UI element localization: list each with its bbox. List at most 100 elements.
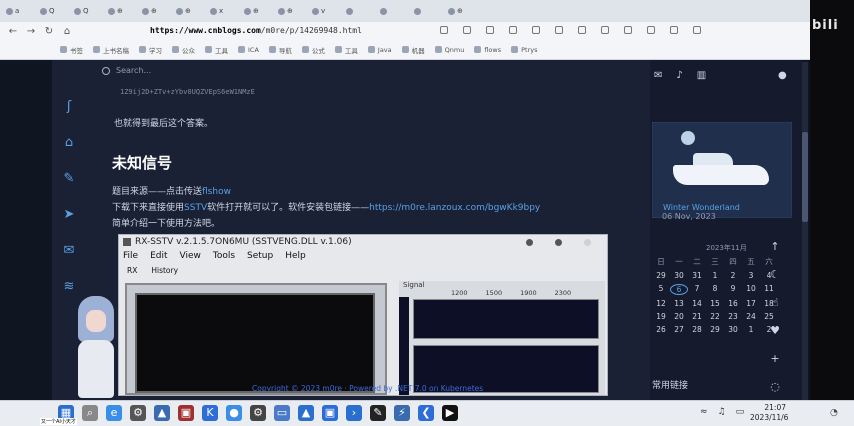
calendar-day[interactable]: 30 bbox=[670, 271, 688, 280]
bookmark-item[interactable]: 工具 bbox=[334, 45, 358, 55]
bookmark-item[interactable]: Java bbox=[367, 46, 392, 54]
source-link[interactable]: flshow bbox=[202, 187, 231, 197]
home-icon[interactable]: ⌂ bbox=[62, 136, 76, 150]
bell-icon[interactable]: ♪ bbox=[676, 70, 682, 81]
rocket-icon[interactable]: ↑ bbox=[768, 240, 782, 254]
forward-icon[interactable]: → bbox=[26, 26, 36, 37]
app-icon[interactable]: K bbox=[202, 405, 218, 421]
plus-icon[interactable]: + bbox=[768, 352, 782, 366]
notification-icon[interactable]: ◔ bbox=[830, 408, 838, 418]
bookmark-item[interactable]: flows bbox=[474, 46, 501, 54]
scrollbar[interactable] bbox=[802, 62, 808, 400]
calendar-day[interactable]: 14 bbox=[688, 299, 706, 308]
browser-tab[interactable]: ⊕ bbox=[446, 3, 478, 19]
back-icon[interactable]: ← bbox=[8, 26, 18, 37]
bookmark-item[interactable]: 公众 bbox=[172, 45, 195, 55]
calendar-day[interactable]: 31 bbox=[688, 271, 706, 280]
browser-tab[interactable] bbox=[378, 3, 410, 19]
calendar-day[interactable]: 16 bbox=[724, 299, 742, 308]
sstv-link[interactable]: SSTV bbox=[184, 203, 207, 213]
chrome-icon[interactable]: ● bbox=[226, 405, 242, 421]
calendar-day[interactable]: 6 bbox=[670, 284, 688, 295]
app-icon[interactable]: ▣ bbox=[178, 405, 194, 421]
calendar-day[interactable]: 1 bbox=[742, 325, 760, 334]
calendar-day[interactable]: 15 bbox=[706, 299, 724, 308]
comment-icon[interactable]: ◌ bbox=[768, 380, 782, 394]
browser-tab[interactable]: ⊕ bbox=[106, 3, 138, 19]
calendar-day[interactable]: 19 bbox=[652, 312, 670, 321]
code-icon[interactable]: ❮ bbox=[418, 405, 434, 421]
calendar-day[interactable]: 29 bbox=[652, 271, 670, 280]
calendar-day[interactable]: 3 bbox=[742, 271, 760, 280]
battery-icon[interactable]: ▭ bbox=[736, 407, 745, 417]
browser-tab[interactable]: a bbox=[4, 3, 36, 19]
browser-tab[interactable] bbox=[412, 3, 444, 19]
rss-icon[interactable]: ʃ bbox=[62, 100, 76, 114]
stats-icon[interactable]: ▥ bbox=[697, 70, 706, 81]
calendar-day[interactable]: 26 bbox=[652, 325, 670, 334]
extension-icon[interactable] bbox=[578, 26, 586, 34]
bookmark-item[interactable]: 学习 bbox=[139, 45, 162, 55]
extension-icon[interactable] bbox=[463, 26, 471, 34]
extension-icon[interactable] bbox=[624, 26, 632, 34]
bookmark-item[interactable]: 公式 bbox=[301, 45, 325, 55]
calendar-day[interactable]: 20 bbox=[670, 312, 688, 321]
extension-icon[interactable] bbox=[532, 26, 540, 34]
sound-icon[interactable]: ♫ bbox=[718, 407, 726, 417]
browser-tab[interactable]: v bbox=[310, 3, 342, 19]
browser-tab[interactable]: ⊕ bbox=[242, 3, 274, 19]
calendar-day[interactable]: 21 bbox=[688, 312, 706, 321]
calendar-day[interactable]: 24 bbox=[742, 312, 760, 321]
mail-icon[interactable]: ✉ bbox=[62, 244, 76, 258]
github-icon[interactable]: ● bbox=[778, 70, 787, 81]
extension-icon[interactable] bbox=[693, 26, 701, 34]
browser-tab[interactable]: Q bbox=[38, 3, 70, 19]
bookmark-item[interactable]: 导航 bbox=[268, 45, 292, 55]
extension-icon[interactable] bbox=[555, 26, 563, 34]
folder-icon[interactable]: ▭ bbox=[274, 405, 290, 421]
calendar-day[interactable]: 1 bbox=[706, 271, 724, 280]
store-icon[interactable]: ▣ bbox=[322, 405, 338, 421]
bookmark-item[interactable]: 书签 bbox=[60, 45, 83, 55]
calendar-day[interactable]: 10 bbox=[742, 284, 760, 295]
download-link[interactable]: https://m0re.lanzoux.com/bgwKk9bpy bbox=[369, 203, 540, 213]
thumbs-up-icon[interactable]: ☝ bbox=[768, 296, 782, 310]
calendar-day[interactable]: 27 bbox=[670, 325, 688, 334]
browser-tab[interactable]: x bbox=[208, 3, 240, 19]
app-icon[interactable]: ⚙ bbox=[130, 405, 146, 421]
terminal-icon[interactable]: › bbox=[346, 405, 362, 421]
moon-icon[interactable]: ☾ bbox=[768, 268, 782, 282]
bookmark-item[interactable]: 工具 bbox=[205, 45, 228, 55]
bookmark-item[interactable]: 机器 bbox=[401, 45, 425, 55]
bookmark-item[interactable]: ICA bbox=[238, 46, 259, 54]
extension-icon[interactable] bbox=[440, 26, 448, 34]
calendar-day[interactable]: 12 bbox=[652, 299, 670, 308]
calendar-day[interactable]: 13 bbox=[670, 299, 688, 308]
search-input[interactable]: Search... bbox=[116, 66, 151, 75]
calendar-day[interactable]: 9 bbox=[724, 284, 742, 295]
bookmark-item[interactable]: Ptrys bbox=[511, 46, 537, 54]
browser-tab[interactable]: ⊕ bbox=[276, 3, 308, 19]
search-icon[interactable]: ⌕ bbox=[82, 405, 98, 421]
send-icon[interactable]: ➤ bbox=[62, 208, 76, 222]
extension-icon[interactable] bbox=[486, 26, 494, 34]
browser-icon[interactable]: e bbox=[106, 405, 122, 421]
home-icon[interactable]: ⌂ bbox=[62, 26, 72, 37]
wifi-icon[interactable]: ≈ bbox=[700, 407, 708, 417]
bookmark-item[interactable]: Qnmu bbox=[434, 46, 464, 54]
player-icon[interactable]: ▶ bbox=[442, 405, 458, 421]
card-title[interactable]: Winter Wonderland bbox=[663, 203, 740, 212]
calendar-day[interactable]: 28 bbox=[688, 325, 706, 334]
browser-tab[interactable]: ⊕ bbox=[140, 3, 172, 19]
calendar-day[interactable]: 5 bbox=[652, 284, 670, 295]
browser-tab[interactable] bbox=[344, 3, 376, 19]
featured-card[interactable]: Winter Wonderland bbox=[652, 122, 792, 218]
app-icon[interactable]: ⚙ bbox=[250, 405, 266, 421]
heart-icon[interactable]: ♥ bbox=[768, 324, 782, 338]
calendar-day[interactable]: 8 bbox=[706, 284, 724, 295]
bookmark-item[interactable]: 上书名稿 bbox=[93, 45, 129, 55]
clock[interactable]: 21:07 2023/11/6 bbox=[750, 403, 788, 423]
search-bar[interactable]: Search... bbox=[102, 66, 151, 75]
calendar-day[interactable]: 7 bbox=[688, 284, 706, 295]
extension-icon[interactable] bbox=[509, 26, 517, 34]
